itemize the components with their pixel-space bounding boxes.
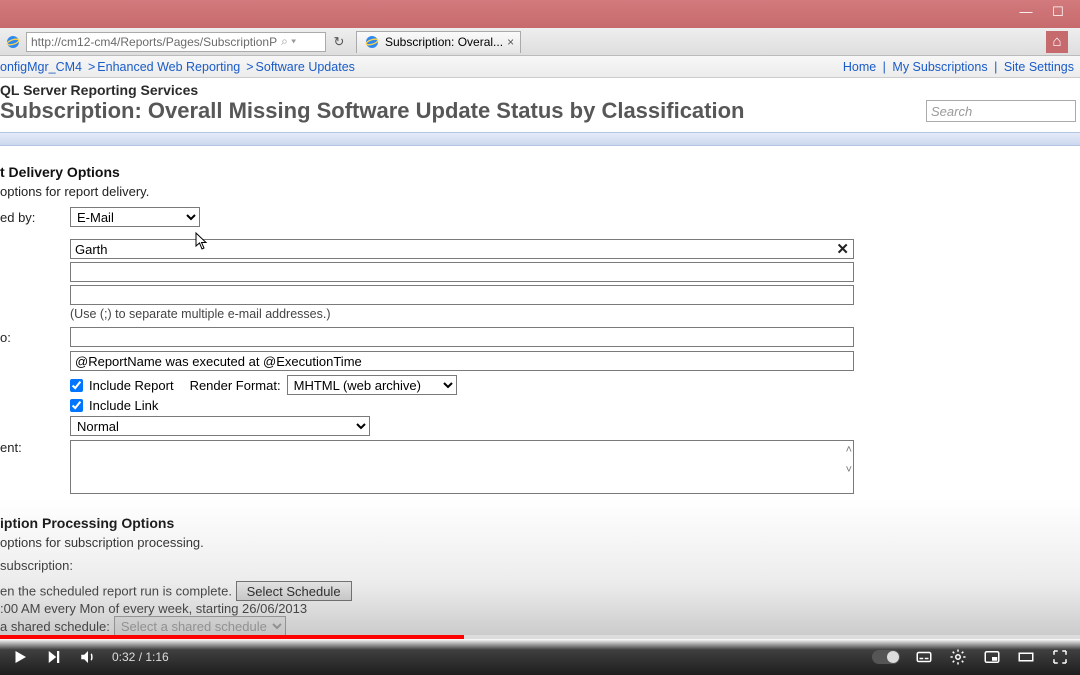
browser-tab[interactable]: Subscription: Overal... × <box>356 31 521 53</box>
delivered-by-select[interactable]: E-Mail <box>70 207 200 227</box>
address-url: http://cm12-cm4/Reports/Pages/Subscripti… <box>31 35 277 49</box>
captions-button[interactable] <box>914 647 934 667</box>
theater-button[interactable] <box>1016 647 1036 667</box>
search-input[interactable]: Search <box>926 100 1076 122</box>
form-body: t Delivery Options options for report de… <box>0 146 1080 636</box>
tab-label: Subscription: Overal... <box>385 35 503 49</box>
link-my-subscriptions[interactable]: My Subscriptions <box>892 60 987 74</box>
cc-field[interactable] <box>70 262 854 282</box>
to-value: Garth <box>75 242 108 257</box>
miniplayer-button[interactable] <box>982 647 1002 667</box>
select-schedule-button[interactable]: Select Schedule <box>236 581 352 601</box>
page-header: QL Server Reporting Services Subscriptio… <box>0 78 1080 130</box>
address-tail: ⌕ ▾ <box>281 34 296 49</box>
video-controls: 0:32 / 1:16 <box>0 639 1080 675</box>
include-link-label: Include Link <box>89 398 158 413</box>
include-report-checkbox[interactable] <box>70 379 83 392</box>
service-name: QL Server Reporting Services <box>0 82 1080 98</box>
include-report-label: Include Report <box>89 378 174 393</box>
ie-icon <box>4 33 22 51</box>
include-link-checkbox[interactable] <box>70 399 83 412</box>
processing-desc: options for subscription processing. <box>0 535 1080 550</box>
processing-section-title: iption Processing Options <box>0 515 1080 531</box>
page-title: Subscription: Overall Missing Software U… <box>0 98 926 124</box>
replyto-label: o: <box>0 330 70 345</box>
delivery-desc: options for report delivery. <box>0 184 1080 199</box>
when-complete-label: en the scheduled report run is complete. <box>0 584 232 599</box>
subject-field[interactable]: @ReportName was executed at @ExecutionTi… <box>70 351 854 371</box>
crumb-1[interactable]: onfigMgr_CM4 <box>0 60 82 74</box>
address-bar[interactable]: http://cm12-cm4/Reports/Pages/Subscripti… <box>26 32 326 52</box>
settings-button[interactable] <box>948 647 968 667</box>
textarea-scroll-icon[interactable]: ˄˅ <box>846 444 852 476</box>
volume-button[interactable] <box>78 647 98 667</box>
render-format-select[interactable]: MHTML (web archive) <box>287 375 457 395</box>
render-format-label: Render Format: <box>190 378 281 393</box>
video-time: 0:32 / 1:16 <box>112 650 169 664</box>
window-titlebar: — ☐ <box>0 0 1080 28</box>
header-band <box>0 132 1080 146</box>
browser-home-icon[interactable]: ⌂ <box>1046 31 1068 53</box>
crumb-2[interactable]: Enhanced Web Reporting <box>97 60 240 74</box>
link-site-settings[interactable]: Site Settings <box>1004 60 1074 74</box>
tab-close-button[interactable]: × <box>507 35 514 49</box>
refresh-button[interactable]: ↻ <box>330 34 348 50</box>
link-home[interactable]: Home <box>843 60 876 74</box>
delivered-by-label: ed by: <box>0 210 70 225</box>
subject-value: @ReportName was executed at @ExecutionTi… <box>75 354 362 369</box>
window-minimize-button[interactable]: — <box>1012 4 1040 22</box>
delivery-section-title: t Delivery Options <box>0 164 1080 180</box>
replyto-field[interactable] <box>70 327 854 347</box>
breadcrumb: onfigMgr_CM4 > Enhanced Web Reporting > … <box>0 56 1080 78</box>
shared-schedule-select[interactable]: Select a shared schedule <box>114 616 286 636</box>
clear-to-button[interactable]: ✕ <box>836 240 849 258</box>
video-duration: 1:16 <box>145 650 168 664</box>
window-maximize-button[interactable]: ☐ <box>1044 4 1072 22</box>
run-subscription-label: subscription: <box>0 558 1080 573</box>
autoplay-toggle[interactable] <box>872 650 900 664</box>
priority-select[interactable]: Normal <box>70 416 370 436</box>
comment-textarea[interactable] <box>70 440 854 494</box>
tab-favicon <box>363 33 381 51</box>
email-hint: (Use (;) to separate multiple e-mail add… <box>70 307 1080 321</box>
crumb-3[interactable]: Software Updates <box>256 60 355 74</box>
shared-schedule-label: a shared schedule: <box>0 619 110 634</box>
play-button[interactable] <box>10 647 30 667</box>
browser-toolbar: http://cm12-cm4/Reports/Pages/Subscripti… <box>0 28 1080 56</box>
bcc-field[interactable] <box>70 285 854 305</box>
to-field[interactable]: Garth ✕ <box>70 239 854 259</box>
header-links: Home | My Subscriptions | Site Settings <box>843 60 1074 74</box>
fullscreen-button[interactable] <box>1050 647 1070 667</box>
video-current-time: 0:32 <box>112 650 135 664</box>
schedule-line: en the scheduled report run is complete.… <box>0 581 1080 601</box>
next-button[interactable] <box>44 647 64 667</box>
schedule-summary: :00 AM every Mon of every week, starting… <box>0 601 1080 616</box>
comment-label: ent: <box>0 440 70 455</box>
